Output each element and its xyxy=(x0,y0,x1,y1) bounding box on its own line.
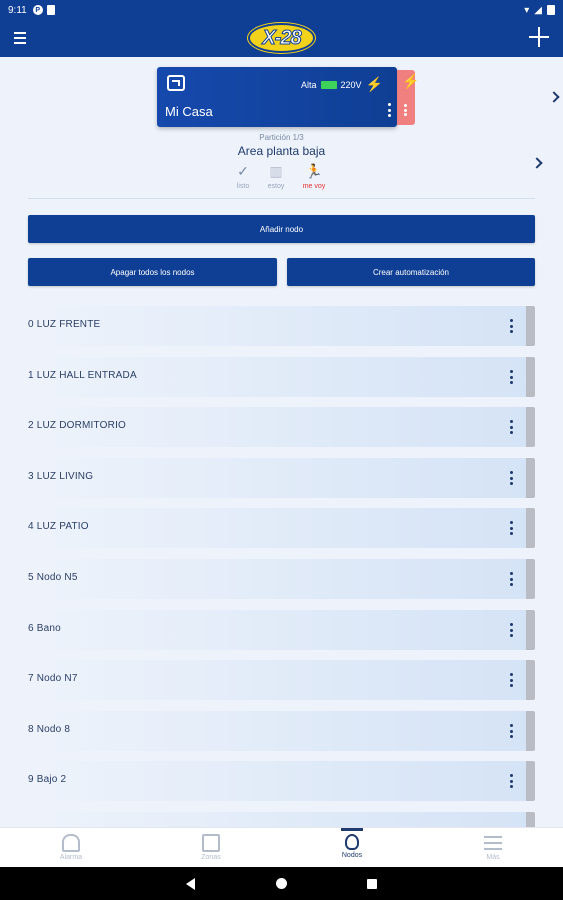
divider xyxy=(28,198,535,199)
node-row[interactable]: 7 Nodo N7 xyxy=(28,660,535,700)
battery-icon xyxy=(547,5,555,15)
node-more-icon[interactable] xyxy=(509,623,513,637)
node-row[interactable]: 3 LUZ LIVING xyxy=(28,458,535,498)
node-edge xyxy=(526,660,535,700)
node-row[interactable]: 2 LUZ DORMITORIO xyxy=(28,407,535,447)
next-device-chevron-icon[interactable] xyxy=(548,91,560,103)
next-device-more-icon xyxy=(404,104,407,116)
create-automation-button[interactable]: Crear automatización xyxy=(287,258,535,286)
node-edge xyxy=(526,559,535,599)
battery-level-icon xyxy=(320,80,337,89)
nav-nodes-label: Nodos xyxy=(341,852,363,859)
device-name: Mi Casa xyxy=(165,104,213,119)
node-edge xyxy=(526,610,535,650)
node-edge xyxy=(526,407,535,447)
notification-icon: P xyxy=(32,5,43,15)
node-edge xyxy=(526,357,535,397)
wifi-icon: ▾ xyxy=(524,4,530,16)
node-label: 7 Nodo N7 xyxy=(28,673,78,684)
node-label: 3 LUZ LIVING xyxy=(28,471,94,482)
node-row[interactable]: 5 Nodo N5 xyxy=(28,559,535,599)
device-status: Alta 220V ⚡ xyxy=(301,76,383,93)
nav-alarm[interactable]: Alarma xyxy=(26,828,116,868)
node-edge xyxy=(526,508,535,548)
node-more-icon[interactable] xyxy=(509,774,513,788)
power-bolt-icon: ⚡ xyxy=(365,76,383,92)
node-more-icon[interactable] xyxy=(509,521,513,535)
node-edge xyxy=(526,458,535,498)
node-row[interactable]: 4 LUZ PATIO xyxy=(28,508,535,548)
bell-icon xyxy=(62,834,80,852)
node-label: 1 LUZ HALL ENTRADA xyxy=(28,370,137,381)
node-label: 8 Nodo 8 xyxy=(28,724,71,735)
add-node-button[interactable]: Añadir nodo xyxy=(28,215,535,243)
stay-icon: ▥ xyxy=(269,163,283,179)
device-card[interactable]: Alta 220V ⚡ Mi Casa xyxy=(157,67,397,127)
recents-icon[interactable] xyxy=(367,879,377,889)
node-more-icon[interactable] xyxy=(509,724,513,738)
node-label: 4 LUZ PATIO xyxy=(28,521,89,532)
home-icon[interactable] xyxy=(276,878,287,889)
next-partition-chevron-icon[interactable] xyxy=(531,157,543,169)
partition-name: Area planta baja xyxy=(237,144,326,158)
nav-zones[interactable]: Zonas xyxy=(166,828,256,868)
node-row[interactable]: 0 LUZ FRENTE xyxy=(28,306,535,346)
device-box-icon xyxy=(167,75,185,91)
node-label: 9 Bajo 2 xyxy=(28,774,67,785)
node-label: 0 LUZ FRENTE xyxy=(28,319,101,330)
sd-card-icon xyxy=(46,5,55,15)
node-more-icon[interactable] xyxy=(509,471,513,485)
node-more-icon[interactable] xyxy=(509,572,513,586)
node-edge xyxy=(526,306,535,346)
node-more-icon[interactable] xyxy=(509,673,513,687)
hamburger-menu-icon[interactable] xyxy=(14,32,26,44)
node-more-icon[interactable] xyxy=(509,319,513,333)
bottom-navigation: Alarma Zonas Nodos Más xyxy=(0,827,563,867)
nav-more[interactable]: Más xyxy=(448,828,538,868)
status-time: 9:11 xyxy=(8,4,27,16)
node-label: 2 LUZ DORMITORIO xyxy=(28,420,127,431)
node-edge xyxy=(526,711,535,751)
alert-bolt-icon: ⚡ xyxy=(402,73,420,89)
node-more-icon[interactable] xyxy=(509,370,513,384)
turn-off-all-button[interactable]: Apagar todos los nodos xyxy=(28,258,277,286)
node-row[interactable]: 6 Bano xyxy=(28,610,535,650)
walking-person-icon: 🏃 xyxy=(305,163,323,179)
back-icon[interactable] xyxy=(186,878,195,890)
signal-icon: ◢ xyxy=(534,4,542,16)
signal-level: Alta xyxy=(301,79,317,90)
app-bar: X-28 xyxy=(0,20,563,57)
nav-nodes[interactable]: Nodos xyxy=(307,828,397,868)
zones-icon xyxy=(202,834,220,852)
node-row[interactable]: 9 Bajo 2 xyxy=(28,761,535,801)
node-label: 5 Nodo N5 xyxy=(28,572,78,583)
mode-away-label: me voy xyxy=(302,183,326,190)
node-row[interactable]: 1 LUZ HALL ENTRADA xyxy=(28,357,535,397)
node-edge xyxy=(526,812,535,827)
mode-stay[interactable]: ▥ estoy xyxy=(256,163,296,190)
node-label: 6 Bano xyxy=(28,623,61,634)
brand-logo: X-28 xyxy=(248,23,315,53)
nav-zones-label: Zonas xyxy=(201,854,221,861)
menu-icon xyxy=(484,834,502,852)
bulb-icon xyxy=(345,834,359,850)
node-edge xyxy=(526,761,535,801)
system-navigation-bar xyxy=(0,867,563,900)
status-bar: 9:11 P ▾ ◢ xyxy=(0,0,563,20)
nav-alarm-label: Alarma xyxy=(59,854,83,861)
device-more-icon[interactable] xyxy=(387,103,391,117)
voltage-value: 220V xyxy=(340,79,362,90)
node-row[interactable]: 8 Nodo 8 xyxy=(28,711,535,751)
next-device-card[interactable]: ⚡ xyxy=(397,70,419,125)
mode-stay-label: estoy xyxy=(267,183,285,190)
add-icon[interactable] xyxy=(529,27,549,47)
node-row-partial[interactable] xyxy=(28,812,535,827)
mode-away[interactable]: 🏃 me voy xyxy=(294,163,334,190)
nav-more-label: Más xyxy=(486,854,500,861)
partition-subtitle: Partición 1/3 xyxy=(259,133,304,142)
main-content: Alta 220V ⚡ Mi Casa ⚡ Partición 1/3 Area… xyxy=(0,57,563,827)
node-more-icon[interactable] xyxy=(509,420,513,434)
